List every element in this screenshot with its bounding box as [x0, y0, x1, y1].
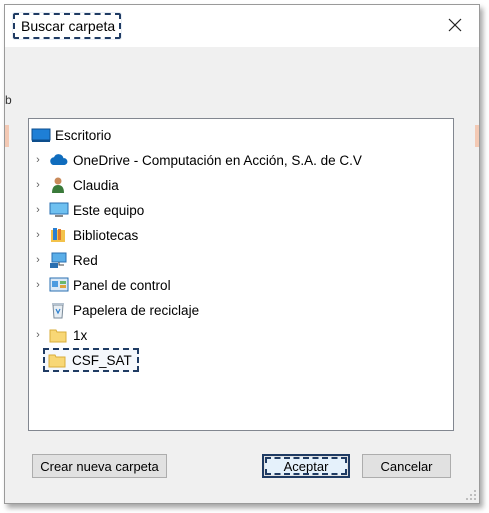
tree-item-label: Papelera de reciclaje	[73, 302, 200, 318]
folder-tree[interactable]: Escritorio › OneDrive - Computación en A…	[28, 118, 454, 431]
new-folder-button[interactable]: Crear nueva carpeta	[32, 454, 167, 478]
close-button[interactable]	[445, 15, 465, 35]
folder-icon	[49, 326, 67, 344]
desktop-icon	[31, 126, 51, 144]
tree-item-label: CSF_SAT	[72, 352, 132, 368]
tree-item-bibliotecas[interactable]: › Bibliotecas	[31, 224, 138, 246]
tree-item-claudia[interactable]: › Claudia	[31, 174, 119, 196]
tree-item-label: OneDrive - Computación en Acción, S.A. d…	[73, 152, 362, 168]
tree-item-papelera[interactable]: Papelera de reciclaje	[45, 299, 199, 321]
tree-item-escritorio[interactable]: Escritorio	[31, 124, 111, 146]
folder-icon	[48, 351, 66, 369]
tree-item-onedrive[interactable]: › OneDrive - Computación en Acción, S.A.…	[31, 149, 362, 171]
tree-item-label: Este equipo	[73, 202, 145, 218]
control-panel-icon	[49, 276, 69, 294]
cancel-button[interactable]: Cancelar	[362, 454, 451, 478]
tree-item-label: Bibliotecas	[73, 227, 139, 243]
close-icon	[448, 18, 462, 32]
recycle-bin-icon	[49, 301, 67, 319]
chevron-right-icon[interactable]: ›	[31, 224, 45, 246]
tree-item-label: Escritorio	[55, 127, 112, 143]
tree-item-label: 1x	[73, 327, 88, 343]
tree-item-label: Claudia	[73, 177, 119, 193]
chevron-right-icon[interactable]: ›	[31, 324, 45, 346]
tree-item-label: Panel de control	[73, 277, 171, 293]
dialog-title: Buscar carpeta	[11, 12, 123, 40]
tree-item-panel-de-control[interactable]: › Panel de control	[31, 274, 171, 296]
chevron-right-icon[interactable]: ›	[31, 174, 45, 196]
computer-icon	[49, 201, 69, 219]
tree-item-este-equipo[interactable]: › Este equipo	[31, 199, 144, 221]
selected-item-highlight: CSF_SAT	[43, 348, 139, 372]
network-icon	[49, 251, 67, 269]
user-icon	[49, 176, 67, 194]
background-text: b	[5, 93, 12, 107]
title-bar: Buscar carpeta	[5, 5, 479, 47]
dialog-window: f b Buscar carpeta Escritorio › OneDrive…	[4, 4, 480, 504]
chevron-right-icon[interactable]: ›	[31, 149, 45, 171]
tree-item-csf-sat[interactable]: CSF_SAT	[43, 348, 139, 372]
chevron-right-icon[interactable]: ›	[31, 249, 45, 271]
tree-item-red[interactable]: › Red	[31, 249, 98, 271]
tree-item-1x[interactable]: › 1x	[31, 324, 87, 346]
accept-button[interactable]: Aceptar	[262, 454, 350, 478]
chevron-right-icon[interactable]: ›	[31, 274, 45, 296]
chevron-right-icon[interactable]: ›	[31, 199, 45, 221]
background-highlight	[5, 125, 9, 147]
tree-item-label: Red	[73, 252, 98, 268]
libraries-icon	[49, 226, 67, 244]
onedrive-cloud-icon	[49, 151, 68, 169]
background-highlight	[475, 125, 479, 147]
resize-grip-icon[interactable]	[465, 489, 477, 501]
